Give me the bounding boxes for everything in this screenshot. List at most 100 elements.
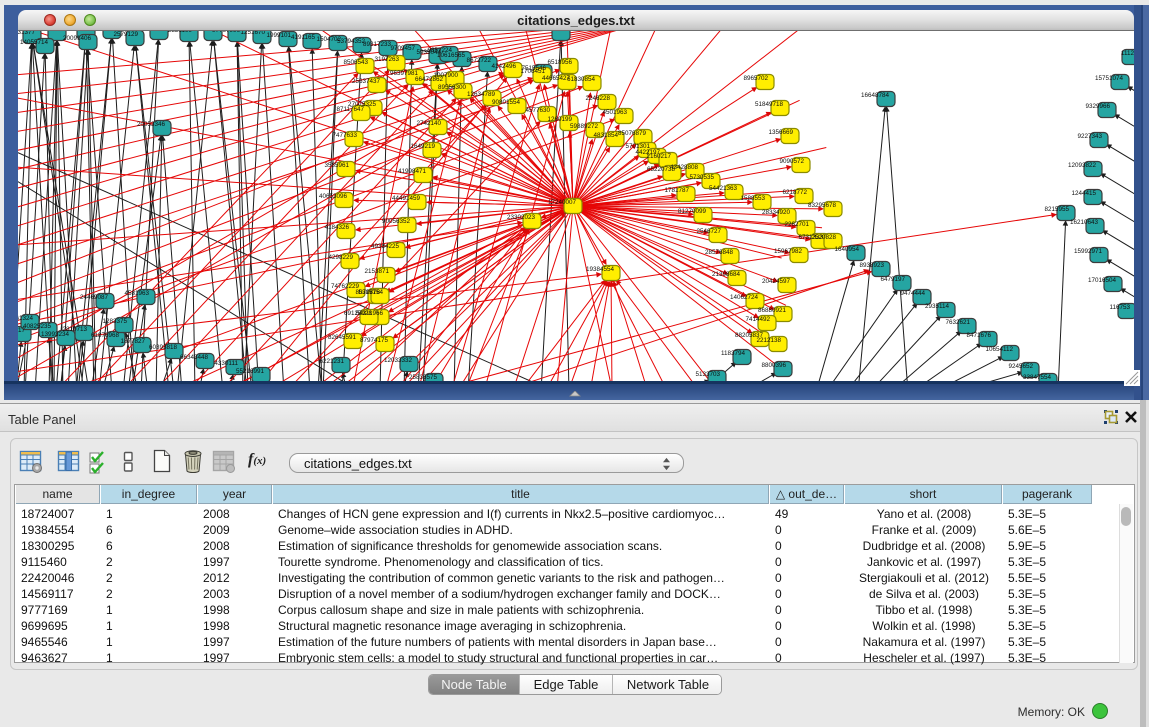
svg-text:5730535: 5730535 — [689, 174, 714, 181]
svg-text:90801554: 90801554 — [492, 99, 521, 106]
svg-text:16210643: 16210643 — [1070, 219, 1099, 226]
svg-text:28576848: 28576848 — [705, 249, 734, 256]
svg-text:1706451: 1706451 — [520, 68, 545, 75]
svg-text:33847554: 33847554 — [1023, 374, 1052, 381]
svg-text:8215955: 8215955 — [1044, 206, 1069, 213]
svg-text:9474444: 9474444 — [900, 290, 925, 297]
svg-text:89556300: 89556300 — [438, 84, 467, 91]
svg-text:82645591: 82645591 — [328, 334, 357, 341]
svg-text:2810713: 2810713 — [62, 326, 87, 333]
svg-text:23302023: 23302023 — [507, 214, 536, 221]
svg-text:4184326: 4184326 — [324, 224, 349, 231]
svg-text:1007900: 1007900 — [433, 72, 458, 79]
svg-text:28334920: 28334920 — [762, 209, 791, 216]
svg-text:4098086: 4098086 — [64, 31, 89, 32]
svg-text:2520828: 2520828 — [811, 234, 836, 241]
svg-text:16033809: 16033809 — [536, 31, 565, 33]
svg-text:3197263: 3197263 — [374, 56, 399, 63]
svg-text:17240007: 17240007 — [548, 199, 577, 206]
svg-text:61830854: 61830854 — [567, 76, 596, 83]
svg-text:5315154: 5315154 — [358, 289, 383, 296]
svg-text:87117647: 87117647 — [336, 106, 364, 113]
svg-text:1640954: 1640954 — [834, 246, 859, 253]
svg-text:9709457: 9709457 — [390, 45, 415, 52]
svg-text:49384225: 49384225 — [371, 243, 400, 250]
svg-text:1356669: 1356669 — [768, 129, 793, 136]
svg-text:10654112: 10654112 — [985, 346, 1013, 353]
svg-text:2546727: 2546727 — [696, 228, 721, 235]
svg-text:1877827: 1877827 — [120, 338, 145, 345]
svg-text:12033332: 12033332 — [384, 357, 413, 364]
svg-text:6221231: 6221231 — [319, 358, 344, 365]
svg-text:4298229: 4298229 — [328, 254, 353, 261]
svg-text:4581963: 4581963 — [124, 290, 149, 297]
svg-text:59889272: 59889272 — [570, 123, 599, 130]
svg-text:1244415: 1244415 — [1071, 190, 1096, 197]
svg-text:2579129: 2579129 — [113, 31, 138, 38]
svg-text:8506543: 8506543 — [343, 59, 368, 66]
svg-text:17016504: 17016504 — [1088, 277, 1117, 284]
svg-text:1183794: 1183794 — [721, 350, 746, 357]
svg-text:1588553: 1588553 — [740, 195, 765, 202]
svg-text:15992971: 15992971 — [1074, 248, 1103, 255]
svg-text:6479197: 6479197 — [880, 276, 905, 283]
svg-text:40653096: 40653096 — [319, 193, 348, 200]
svg-text:4831854: 4831854 — [593, 132, 618, 139]
svg-text:7632621: 7632621 — [945, 319, 970, 326]
svg-text:2153871: 2153871 — [364, 268, 389, 275]
svg-text:69125928: 69125928 — [344, 310, 373, 317]
svg-text:8965702: 8965702 — [743, 75, 768, 82]
svg-text:5133703: 5133703 — [695, 371, 720, 378]
svg-text:2262701: 2262701 — [784, 221, 809, 228]
svg-text:90056352: 90056352 — [382, 218, 411, 225]
svg-text:2742140: 2742140 — [416, 120, 441, 127]
svg-text:12093822: 12093822 — [1068, 162, 1097, 169]
svg-text:15967982: 15967982 — [774, 248, 803, 255]
svg-text:4501963: 4501963 — [602, 109, 627, 116]
svg-text:25637437: 25637437 — [352, 78, 381, 85]
svg-text:61876968: 61876968 — [91, 332, 120, 339]
svg-text:87974175: 87974175 — [360, 337, 389, 344]
svg-text:6518956: 6518956 — [547, 59, 572, 66]
svg-text:6218772: 6218772 — [782, 189, 807, 196]
svg-text:8672722: 8672722 — [466, 57, 491, 64]
svg-text:2935114: 2935114 — [925, 303, 950, 310]
svg-text:9227343: 9227343 — [1077, 133, 1102, 140]
svg-text:20424597: 20424597 — [762, 278, 791, 285]
svg-text:3585961: 3585961 — [324, 162, 349, 169]
svg-text:8938923: 8938923 — [859, 262, 884, 269]
svg-text:66343448: 66343448 — [180, 354, 209, 361]
svg-text:20091406: 20091406 — [63, 35, 92, 42]
svg-text:5261324: 5261324 — [18, 315, 33, 322]
svg-text:9090572: 9090572 — [779, 158, 804, 165]
svg-text:85076879: 85076879 — [618, 130, 647, 137]
svg-text:24469087: 24469087 — [80, 294, 109, 301]
svg-text:89317233: 89317233 — [363, 41, 392, 48]
svg-text:1999101: 1999101 — [266, 32, 291, 39]
svg-text:19384554: 19384554 — [586, 266, 615, 273]
svg-text:15751074: 15751074 — [1095, 75, 1124, 82]
svg-text:4577630: 4577630 — [525, 107, 550, 114]
svg-text:86880921: 86880921 — [758, 307, 787, 314]
svg-text:20053346: 20053346 — [137, 121, 166, 128]
svg-text:25836575: 25836575 — [409, 374, 438, 381]
svg-text:83295678: 83295678 — [808, 202, 837, 209]
svg-text:9245652: 9245652 — [1008, 363, 1033, 370]
svg-text:14062724: 14062724 — [730, 294, 759, 301]
svg-text:2212138: 2212138 — [756, 337, 781, 344]
svg-text:14055714: 14055714 — [20, 39, 49, 46]
svg-text:9329966: 9329966 — [1085, 103, 1110, 110]
svg-text:9357224: 9357224 — [427, 47, 452, 54]
svg-text:1649219: 1649219 — [410, 143, 435, 150]
svg-text:16648784: 16648784 — [861, 92, 890, 99]
svg-text:116753: 116753 — [1109, 304, 1130, 311]
svg-text:97767996: 97767996 — [212, 31, 241, 34]
svg-text:43428808: 43428808 — [670, 164, 699, 171]
svg-text:2246228: 2246228 — [585, 95, 610, 102]
svg-text:1283375: 1283375 — [102, 318, 127, 325]
svg-text:1781787: 1781787 — [664, 187, 689, 194]
svg-text:54421363: 54421363 — [709, 185, 738, 192]
svg-text:44491459: 44491459 — [392, 195, 421, 202]
svg-text:40825235: 40825235 — [23, 323, 52, 330]
svg-text:4330111: 4330111 — [214, 360, 238, 367]
